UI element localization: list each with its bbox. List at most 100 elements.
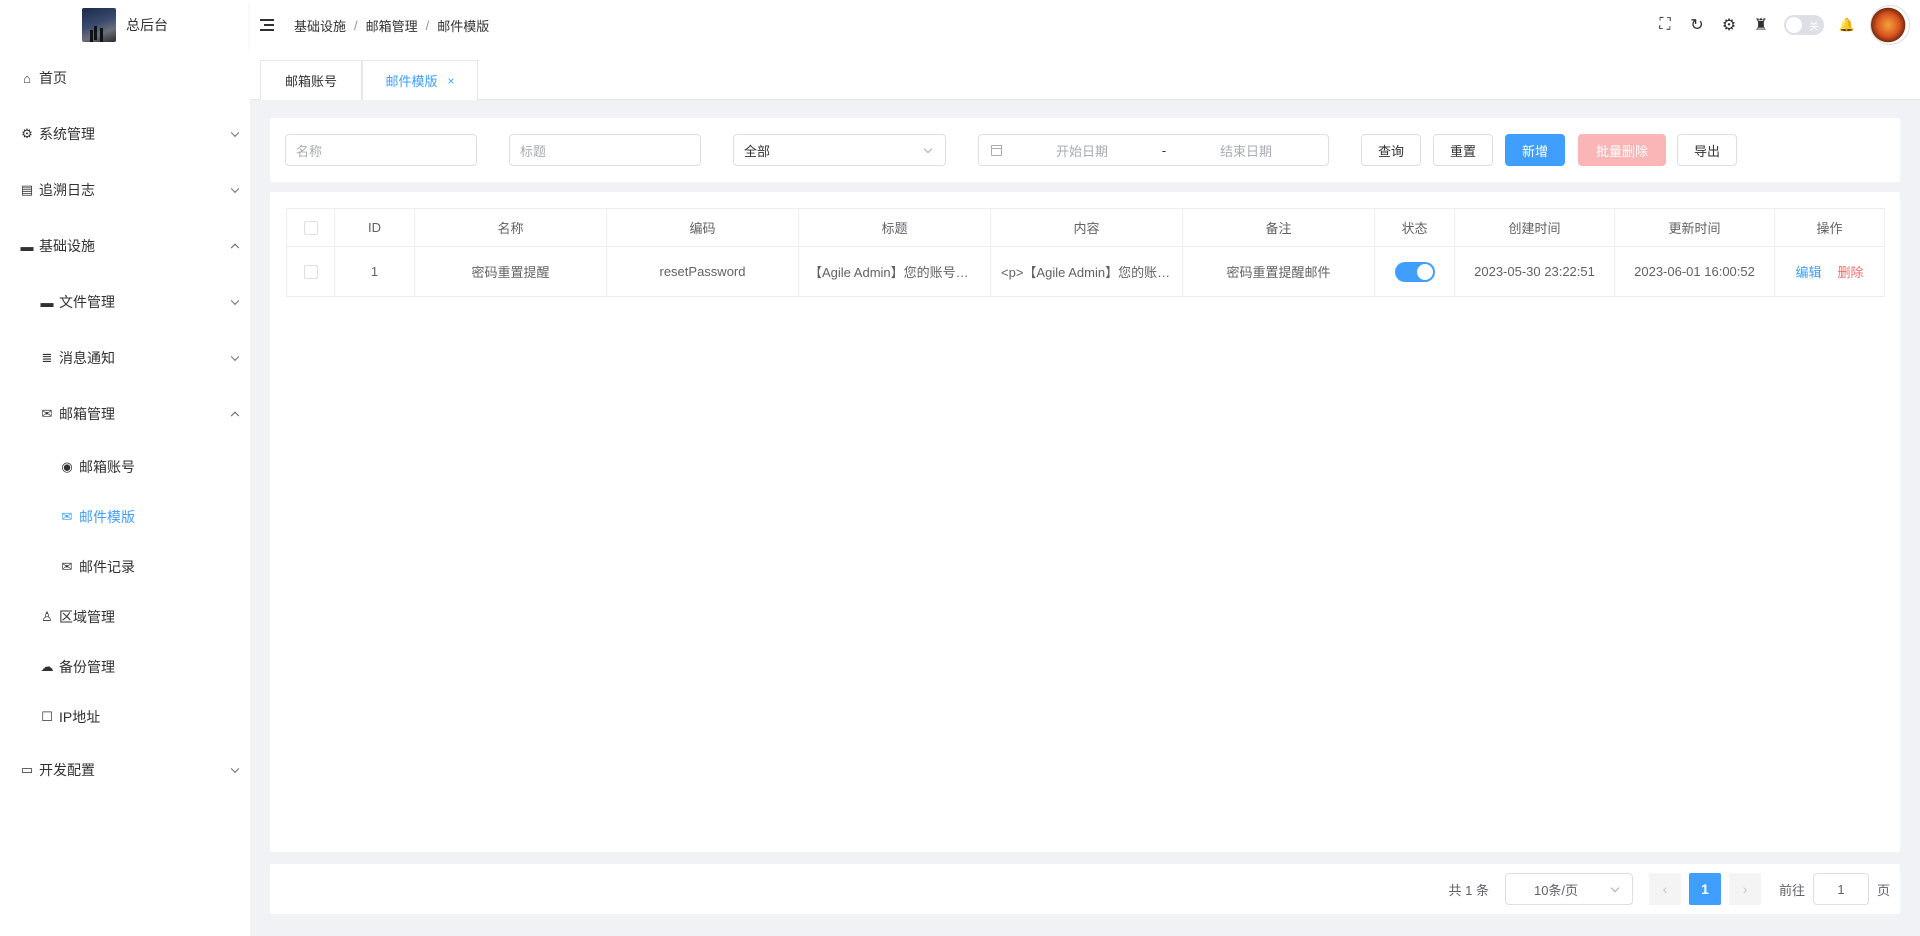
cell-remark: 密码重置提醒邮件 (1182, 246, 1375, 297)
title-search-input[interactable]: 标题 (509, 134, 701, 166)
mail-icon: ✉ (41, 406, 53, 421)
goto-page-input[interactable]: 1 (1812, 873, 1869, 905)
date-separator: - (1161, 142, 1167, 158)
bell-icon[interactable]: 🔔 (1838, 17, 1856, 33)
toggle-knob (1416, 263, 1433, 280)
sidebar: 总后台 ⌂ 首页 ⚙ 系统管理 ▤ 追溯日志 ▬ 基础设施 ▬ 文件管理 ≣ 消… (0, 0, 250, 936)
sidebar-item-system[interactable]: ⚙ 系统管理 (0, 106, 250, 162)
pagination: 共 1 条 10条/页 ‹ 1 › 前往 1 页 (1448, 864, 1890, 914)
sidebar-item-label: 追溯日志 (39, 182, 95, 198)
sidebar-item-label: 基础设施 (39, 238, 95, 254)
edit-link[interactable]: 编辑 (1795, 265, 1821, 280)
sidebar-item-files[interactable]: ▬ 文件管理 (0, 274, 250, 330)
cell-status (1374, 246, 1455, 297)
column-header-actions: 操作 (1774, 208, 1885, 247)
sidebar-item-label: 消息通知 (59, 350, 115, 366)
placeholder: 名称 (296, 143, 323, 159)
cell-name: 密码重置提醒 (414, 246, 607, 297)
fullscreen-icon[interactable]: ⛶ (1656, 16, 1674, 34)
sidebar-item-logs[interactable]: ▤ 追溯日志 (0, 162, 250, 218)
app-title: 总后台 (126, 17, 168, 33)
sidebar-item-label: 开发配置 (39, 762, 95, 778)
chevron-down-icon (923, 144, 933, 154)
sidebar-menu: ⌂ 首页 ⚙ 系统管理 ▤ 追溯日志 ▬ 基础设施 ▬ 文件管理 ≣ 消息通知 (0, 50, 250, 798)
sidebar-item-mail[interactable]: ✉ 邮箱管理 (0, 386, 250, 442)
theme-toggle-label: 关 (1809, 22, 1819, 33)
chevron-down-icon (230, 352, 240, 362)
total-count: 共 1 条 (1448, 882, 1489, 898)
refresh-icon[interactable]: ↻ (1688, 15, 1706, 35)
sidebar-item-mail-accounts[interactable]: ◉ 邮箱账号 (0, 442, 250, 492)
folder-open-icon: ▬ (40, 294, 54, 310)
row-checkbox[interactable] (303, 265, 318, 280)
sidebar-item-ip[interactable]: ☐ IP地址 (0, 692, 250, 742)
app-logo[interactable]: 总后台 (0, 0, 250, 50)
prev-page-button[interactable]: ‹ (1648, 873, 1681, 905)
sidebar-item-home[interactable]: ⌂ 首页 (0, 50, 250, 106)
clean-icon[interactable]: ♜ (1752, 15, 1770, 35)
sidebar-item-dev-config[interactable]: ▭ 开发配置 (0, 742, 250, 798)
gear-icon: ⚙ (21, 126, 33, 141)
batch-delete-button[interactable]: 批量删除 (1578, 134, 1666, 166)
goto-page: 前往 1 页 (1779, 873, 1890, 905)
column-header-remark: 备注 (1182, 208, 1375, 247)
top-header: 基础设施 / 邮箱管理 / 邮件模版 ⛶ ↻ ⚙ ♜ 关 🔔 (250, 0, 1920, 50)
page-size-select[interactable]: 10条/页 (1504, 873, 1633, 905)
theme-toggle[interactable]: 关 (1784, 15, 1824, 35)
settings-icon[interactable]: ⚙ (1720, 15, 1738, 35)
tab-mail-accounts[interactable]: 邮箱账号 (260, 60, 362, 100)
breadcrumb-item[interactable]: 邮箱管理 (366, 16, 418, 35)
page-number-current[interactable]: 1 (1688, 873, 1721, 905)
home-icon: ⌂ (23, 70, 31, 86)
query-button[interactable]: 查询 (1361, 134, 1421, 166)
mail-record-icon: ✉ (61, 559, 73, 574)
reset-button[interactable]: 重置 (1433, 134, 1493, 166)
breadcrumb-separator: / (354, 17, 358, 33)
sidebar-item-label: 系统管理 (39, 126, 95, 142)
calendar-icon (991, 144, 1002, 156)
chevron-down-icon (1610, 883, 1620, 893)
toggle-knob (1786, 17, 1802, 33)
sidebar-item-notifications[interactable]: ≣ 消息通知 (0, 330, 250, 386)
name-search-input[interactable]: 名称 (285, 134, 477, 166)
status-select[interactable]: 全部 (733, 134, 946, 166)
date-range-picker[interactable]: 开始日期 - 结束日期 (978, 134, 1329, 166)
sidebar-item-regions[interactable]: ♙ 区域管理 (0, 592, 250, 642)
column-header-id: ID (334, 208, 415, 247)
add-button[interactable]: 新增 (1505, 134, 1565, 166)
column-header-updated: 更新时间 (1614, 208, 1775, 247)
status-toggle[interactable] (1394, 261, 1435, 282)
cell-code: resetPassword (606, 246, 799, 297)
sidebar-item-backups[interactable]: ☁ 备份管理 (0, 642, 250, 692)
sidebar-item-mail-records[interactable]: ✉ 邮件记录 (0, 542, 250, 592)
close-icon[interactable]: × (448, 74, 455, 88)
sidebar-item-label: 备份管理 (59, 659, 115, 675)
cell-id: 1 (334, 246, 415, 297)
collapse-menu-icon[interactable] (260, 19, 274, 31)
page-size-value: 10条/页 (1533, 882, 1579, 898)
select-all-checkbox[interactable] (303, 221, 318, 236)
sidebar-item-infrastructure[interactable]: ▬ 基础设施 (0, 218, 250, 274)
column-header-name: 名称 (414, 208, 607, 247)
tabs-bar: 邮箱账号 邮件模版 × (250, 50, 1920, 100)
chevron-down-icon (230, 296, 240, 306)
cloud-icon: ☁ (40, 659, 54, 674)
cell-actions: 编辑 删除 (1774, 246, 1885, 297)
pagination-panel: 共 1 条 10条/页 ‹ 1 › 前往 1 页 (270, 864, 1900, 914)
avatar[interactable] (1870, 5, 1910, 45)
export-button[interactable]: 导出 (1677, 134, 1737, 166)
column-header-status: 状态 (1374, 208, 1455, 247)
select-value: 全部 (744, 143, 771, 159)
next-page-button[interactable]: › (1728, 873, 1761, 905)
log-icon: ▤ (20, 182, 34, 197)
tab-mail-templates[interactable]: 邮件模版 × (362, 60, 478, 100)
sidebar-item-label: 首页 (39, 70, 67, 86)
sidebar-item-mail-templates[interactable]: ✉ 邮件模版 (0, 492, 250, 542)
tab-label: 邮箱账号 (284, 74, 337, 89)
chevron-down-icon (230, 764, 240, 774)
delete-link[interactable]: 删除 (1838, 265, 1864, 280)
chevron-down-icon (230, 128, 240, 138)
breadcrumb-item[interactable]: 基础设施 (294, 16, 346, 35)
tab-label: 邮件模版 (385, 74, 438, 89)
cell-content: <p>【Agile Admin】您的账号密码已重置 (990, 246, 1183, 297)
